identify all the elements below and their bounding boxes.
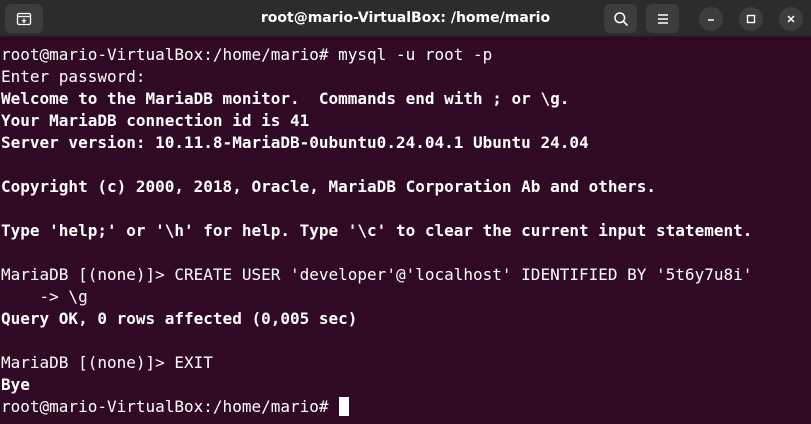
hamburger-menu-icon	[657, 13, 668, 24]
terminal-line: Bye	[1, 375, 30, 394]
text-cursor	[339, 397, 350, 416]
terminal-output[interactable]: root@mario-VirtualBox:/home/mario# mysql…	[0, 44, 811, 424]
search-button[interactable]	[604, 4, 637, 33]
title-bar: root@mario-VirtualBox: /home/mario	[0, 0, 811, 37]
terminal-line: MariaDB [(none)]> CREATE USER 'developer…	[1, 265, 753, 284]
terminal-line: Server version: 10.11.8-MariaDB-0ubuntu0…	[1, 133, 589, 152]
minimize-icon	[708, 19, 714, 21]
window-title: root@mario-VirtualBox: /home/mario	[260, 10, 551, 26]
terminal-line: MariaDB [(none)]> EXIT	[1, 353, 213, 372]
close-icon	[787, 15, 795, 23]
terminal-line: Welcome to the MariaDB monitor. Commands…	[1, 89, 570, 108]
close-button[interactable]	[779, 7, 803, 31]
terminal-line: Your MariaDB connection id is 41	[1, 111, 310, 130]
maximize-button[interactable]	[739, 7, 763, 31]
search-icon	[613, 11, 628, 26]
terminal-line: Query OK, 0 rows affected (0,005 sec)	[1, 309, 358, 328]
terminal-line: Enter password:	[1, 67, 146, 86]
prompt-line: root@mario-VirtualBox:/home/mario#	[0, 396, 811, 418]
new-tab-icon	[16, 12, 32, 25]
terminal-line: Copyright (c) 2000, 2018, Oracle, MariaD…	[1, 177, 657, 196]
terminal-line: Type 'help;' or '\h' for help. Type '\c'…	[1, 221, 753, 240]
terminal-line: -> \g	[1, 287, 88, 306]
maximize-icon	[746, 14, 756, 24]
new-tab-button[interactable]	[5, 4, 43, 33]
terminal-window: root@mario-VirtualBox: /home/mario root@…	[0, 0, 811, 424]
menu-button[interactable]	[646, 4, 679, 33]
shell-prompt: root@mario-VirtualBox:/home/mario#	[1, 397, 329, 416]
terminal-line: root@mario-VirtualBox:/home/mario# mysql…	[1, 45, 493, 64]
minimize-button[interactable]	[699, 7, 723, 31]
